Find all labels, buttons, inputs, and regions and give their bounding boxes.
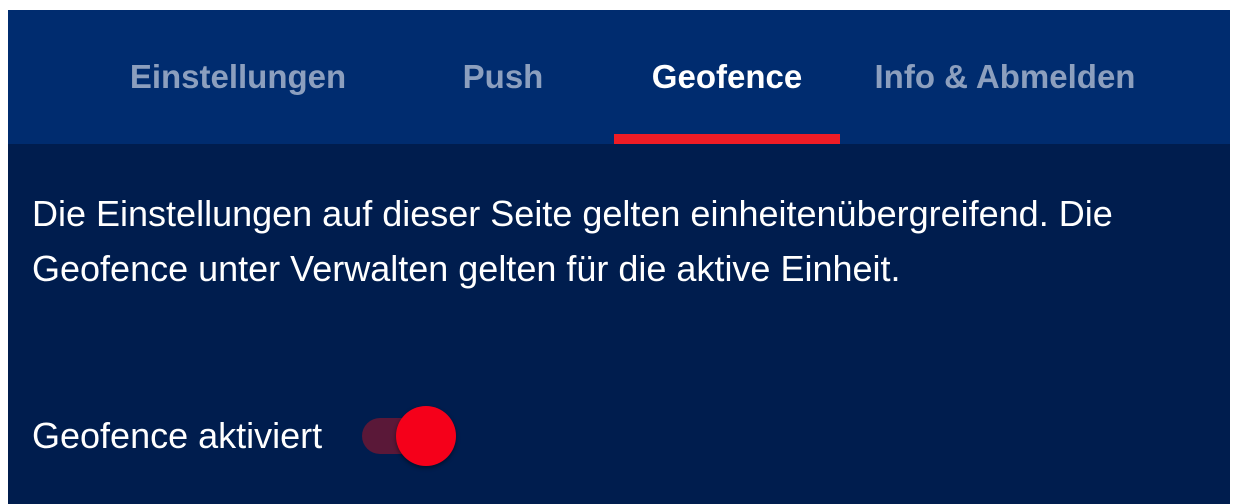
geofence-toggle-label: Geofence aktiviert bbox=[32, 415, 323, 456]
tab-einstellungen[interactable]: Einstellungen bbox=[108, 10, 368, 144]
tab-bar: Einstellungen Push Geofence Info & Abmel… bbox=[8, 10, 1230, 144]
tab-geofence-label: Geofence bbox=[651, 58, 803, 95]
tab-einstellungen-label: Einstellungen bbox=[129, 58, 347, 95]
tab-info-abmelden[interactable]: Info & Abmelden bbox=[850, 10, 1160, 144]
tab-geofence[interactable]: Geofence bbox=[614, 10, 840, 144]
tab-push[interactable]: Push bbox=[428, 10, 578, 144]
tab-push-label: Push bbox=[462, 58, 544, 95]
switch-thumb bbox=[396, 406, 457, 466]
geofence-setting-row: Geofence aktiviert bbox=[32, 406, 458, 466]
app-screen: Einstellungen Push Geofence Info & Abmel… bbox=[8, 10, 1230, 504]
geofence-toggle-switch[interactable] bbox=[362, 406, 458, 466]
tab-info-abmelden-label: Info & Abmelden bbox=[874, 58, 1136, 95]
settings-description: Die Einstellungen auf dieser Seite gelte… bbox=[32, 193, 1113, 289]
active-tab-indicator bbox=[614, 134, 840, 144]
